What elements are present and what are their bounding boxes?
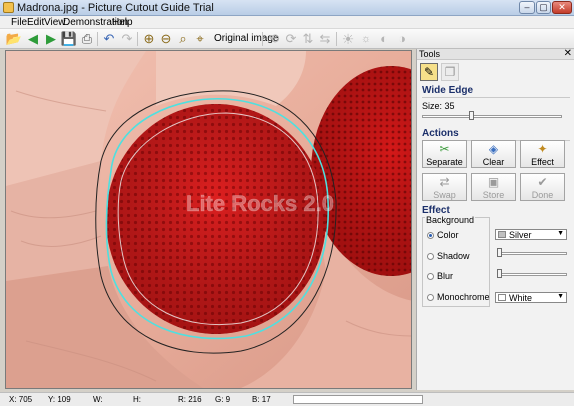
- effect-button[interactable]: ✦ Effect: [520, 140, 565, 168]
- effect-icon: ✦: [537, 142, 548, 156]
- watermark-text: Lite Rocks 2.0: [186, 191, 334, 216]
- monochrome-color-select[interactable]: White ▼: [495, 292, 567, 303]
- clear-label: Clear: [482, 157, 505, 167]
- done-label: Done: [531, 190, 554, 200]
- status-bar: X: 705 Y: 109 W: H: R: 216 G: 9 B: 17: [0, 392, 574, 406]
- separate-label: Separate: [426, 157, 463, 167]
- store-button[interactable]: ▣ Store: [471, 173, 516, 201]
- actions-heading: Actions: [422, 128, 459, 139]
- swap-icon: ⇄: [439, 175, 450, 189]
- color-radio[interactable]: [427, 232, 434, 239]
- menu-bar: File Edit View Demonstration Help: [0, 16, 574, 29]
- toolbar-separator: [97, 32, 98, 46]
- app-icon: [3, 2, 14, 13]
- contrast-icon[interactable]: ◐: [376, 31, 392, 47]
- swap-button[interactable]: ⇄ Swap: [422, 173, 467, 201]
- mono-select-value: White: [509, 293, 533, 303]
- zoom-actual-icon[interactable]: ⌖: [192, 31, 208, 47]
- blur-slider-thumb[interactable]: [497, 269, 502, 278]
- brightness-low-icon[interactable]: ☼: [358, 31, 374, 47]
- color-swatch: [498, 294, 506, 301]
- brightness-high-icon[interactable]: ☀: [340, 31, 356, 47]
- shadow-slider-track[interactable]: [497, 252, 567, 255]
- back-arrow-icon[interactable]: ◀: [25, 31, 41, 47]
- effect-label: Effect: [531, 157, 554, 167]
- saturation-icon[interactable]: ◑: [394, 31, 410, 47]
- shadow-slider-thumb[interactable]: [497, 248, 502, 257]
- status-g: G: 9: [215, 395, 231, 404]
- close-button[interactable]: ✕: [552, 1, 572, 14]
- menu-file[interactable]: File: [11, 17, 27, 28]
- zoom-out-icon[interactable]: ⊖: [158, 31, 174, 47]
- rotate-right-icon[interactable]: ⟳: [283, 31, 299, 47]
- toolbar-separator: [336, 32, 337, 46]
- window-title: Madrona.jpg - Picture Cutout Guide Trial: [17, 2, 214, 14]
- store-icon: ▣: [487, 175, 500, 189]
- chevron-down-icon: ▼: [557, 230, 564, 237]
- title-bar: Madrona.jpg - Picture Cutout Guide Trial…: [0, 0, 574, 16]
- progress-bar: [293, 395, 423, 404]
- zoom-fit-icon[interactable]: ⌕: [175, 31, 191, 47]
- print-icon[interactable]: ⎙: [79, 31, 95, 47]
- maximize-button[interactable]: ▢: [536, 1, 551, 14]
- monochrome-radio[interactable]: [427, 294, 434, 301]
- size-slider-thumb[interactable]: [469, 111, 474, 120]
- rotate-left-icon[interactable]: ⟲: [266, 31, 282, 47]
- blur-option-label: Blur: [437, 271, 454, 281]
- copy-tool-icon[interactable]: ❐: [441, 63, 459, 81]
- toolbar-separator: [137, 32, 138, 46]
- status-w: W:: [93, 395, 103, 404]
- separate-button[interactable]: ✂ Separate: [422, 140, 467, 168]
- status-y: Y: 109: [48, 395, 71, 404]
- status-b: B: 17: [252, 395, 271, 404]
- color-swatch: [498, 231, 506, 238]
- shadow-option-label: Shadow: [437, 251, 470, 261]
- menu-help[interactable]: Help: [112, 17, 133, 28]
- background-heading: Background: [425, 215, 476, 225]
- blur-slider-track[interactable]: [497, 273, 567, 276]
- color-select-value: Silver: [509, 230, 532, 240]
- status-r: R: 216: [178, 395, 202, 404]
- divider: [422, 97, 570, 98]
- zoom-in-icon[interactable]: ⊕: [141, 31, 157, 47]
- store-label: Store: [482, 190, 505, 200]
- tools-panel-close-icon[interactable]: ✕: [564, 48, 572, 59]
- shadow-radio[interactable]: [427, 253, 434, 260]
- background-color-select[interactable]: Silver ▼: [495, 229, 567, 240]
- brush-tool-icon[interactable]: ✎: [420, 63, 438, 81]
- image-canvas[interactable]: Lite Rocks 2.0: [5, 50, 412, 389]
- clear-button[interactable]: ◈ Clear: [471, 140, 516, 168]
- status-h: H:: [133, 395, 141, 404]
- flip-vertical-icon[interactable]: ⇅: [300, 31, 316, 47]
- separate-icon: ✂: [439, 142, 450, 156]
- done-button[interactable]: ✔ Done: [520, 173, 565, 201]
- flip-horizontal-icon[interactable]: ⇆: [317, 31, 333, 47]
- monochrome-option-label: Monochrome: [437, 292, 490, 302]
- color-option-label: Color: [437, 230, 459, 240]
- open-folder-icon[interactable]: 📂: [6, 31, 22, 47]
- tools-panel: Tools ✕ ✎ ❐ Wide Edge Size: 35 Actions ✂…: [416, 48, 574, 390]
- minimize-button[interactable]: –: [519, 1, 535, 14]
- size-label: Size: 35: [422, 101, 455, 111]
- toolbar: 📂 ◀ ▶ 💾 ⎙ ↶ ↷ ⊕ ⊖ ⌕ ⌖ Original image ⟲ ⟳…: [0, 29, 574, 49]
- eraser-icon: ◈: [488, 142, 499, 156]
- chevron-down-icon: ▼: [557, 293, 564, 300]
- blur-radio[interactable]: [427, 273, 434, 280]
- tools-panel-title: Tools: [419, 49, 441, 59]
- toolbar-separator: [262, 32, 263, 46]
- status-x: X: 705: [9, 395, 33, 404]
- checkmark-icon: ✔: [537, 175, 548, 189]
- forward-arrow-icon[interactable]: ▶: [43, 31, 59, 47]
- redo-icon[interactable]: ↷: [119, 31, 135, 47]
- wide-edge-heading: Wide Edge: [422, 85, 474, 96]
- size-slider-track[interactable]: [422, 115, 562, 118]
- save-icon[interactable]: 💾: [61, 31, 77, 47]
- tools-panel-header: Tools ✕: [417, 48, 574, 60]
- undo-icon[interactable]: ↶: [101, 31, 117, 47]
- menu-edit[interactable]: Edit: [27, 17, 44, 28]
- photo-strawberry-on-fingers: Lite Rocks 2.0: [6, 51, 411, 388]
- swap-label: Swap: [433, 190, 456, 200]
